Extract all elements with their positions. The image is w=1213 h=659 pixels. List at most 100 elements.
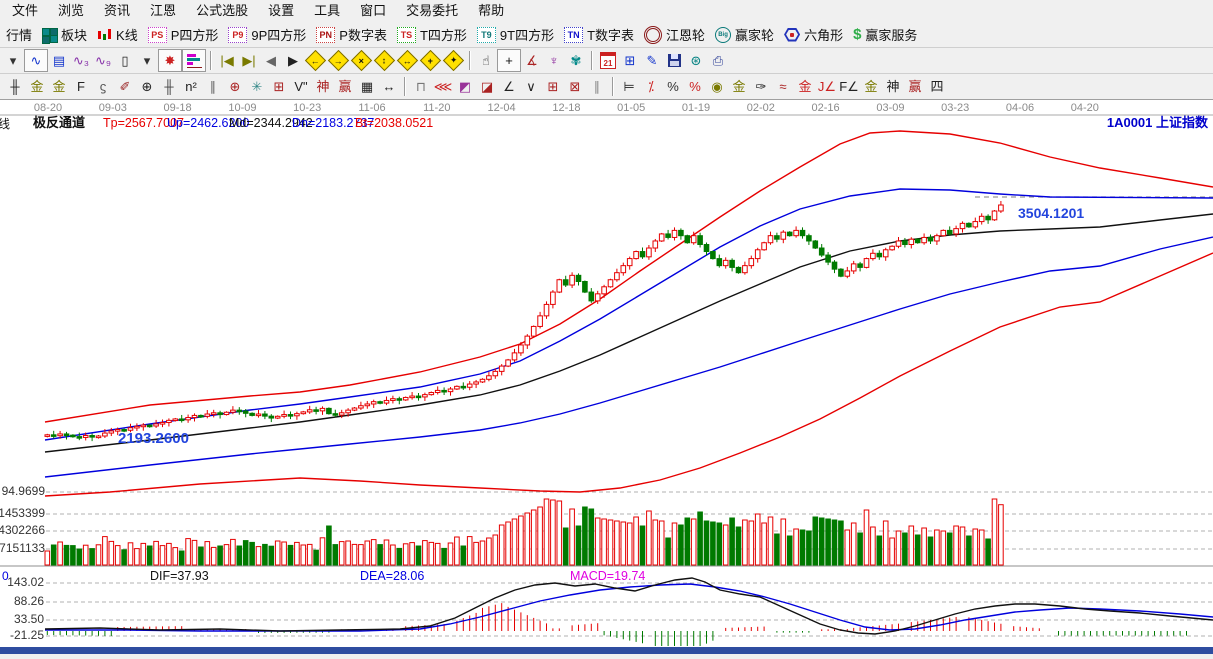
menu-item-2[interactable]: 资讯: [94, 0, 140, 22]
calendar-icon[interactable]: 21: [597, 50, 619, 71]
span-arrow-icon[interactable]: ↔: [378, 76, 400, 97]
menu-item-0[interactable]: 文件: [2, 0, 48, 22]
wave3-icon[interactable]: ∿₃: [70, 50, 92, 71]
next-bar-icon[interactable]: ▶: [282, 50, 304, 71]
ruler-grid-icon[interactable]: ▦: [356, 76, 378, 97]
wave-band-icon[interactable]: ≈: [772, 76, 794, 97]
red-fan-icon[interactable]: ⋘: [432, 76, 454, 97]
gold-angle-icon[interactable]: 金: [860, 76, 882, 97]
menu-item-6[interactable]: 工具: [304, 0, 350, 22]
module-9t-square[interactable]: T99T四方形: [477, 25, 554, 44]
panel-dropdown-icon[interactable]: ▾: [2, 50, 24, 71]
wave9-icon[interactable]: ∿₉: [92, 50, 114, 71]
volume-bar: [391, 545, 396, 565]
j-angle-icon[interactable]: J∠: [816, 76, 838, 97]
menu-item-9[interactable]: 帮助: [468, 0, 514, 22]
gold-grid2-icon[interactable]: 金: [48, 76, 70, 97]
n-square-icon[interactable]: n²: [180, 76, 202, 97]
pan-right-diamond-icon[interactable]: →: [328, 50, 349, 71]
module-winner-wheel[interactable]: Big赢家轮: [715, 25, 774, 44]
module-t-table[interactable]: TNT数字表: [564, 25, 634, 44]
candle-dropdown-icon[interactable]: ▾: [136, 50, 158, 71]
cycle-circle-icon[interactable]: ⊕: [136, 76, 158, 97]
grid-red2-icon[interactable]: ⊠: [564, 76, 586, 97]
menu-item-8[interactable]: 交易委托: [396, 0, 468, 22]
pan-left-diamond-icon[interactable]: ←: [305, 50, 326, 71]
calculator-icon[interactable]: ⊞: [619, 50, 641, 71]
v-marks-icon[interactable]: V": [290, 76, 312, 97]
gold-circle-icon[interactable]: ◉: [706, 76, 728, 97]
grid-lines-icon[interactable]: ╫: [4, 76, 26, 97]
parallel-slash-icon[interactable]: ∥: [586, 76, 608, 97]
percent-retrace-icon[interactable]: ⁒: [640, 76, 662, 97]
grid-red1-icon[interactable]: ⊞: [542, 76, 564, 97]
brush-icon[interactable]: ✐: [114, 76, 136, 97]
info-list-icon[interactable]: ▤: [48, 50, 70, 71]
grid-web-icon[interactable]: ⊞: [268, 76, 290, 97]
trend-chart-icon[interactable]: ∿: [24, 49, 48, 72]
module-9p-square[interactable]: P99P四方形: [228, 25, 306, 44]
gann-shape-icon[interactable]: ♆: [543, 50, 565, 71]
module-p-square[interactable]: PSP四方形: [148, 25, 219, 44]
spiral-tool-icon[interactable]: ✾: [565, 50, 587, 71]
fan-box-icon[interactable]: ◩: [454, 76, 476, 97]
slash-lines-icon[interactable]: ∥: [202, 76, 224, 97]
hand-tool-icon[interactable]: ☝: [475, 50, 497, 71]
chart-area[interactable]: 08-2009-0309-1810-0910-2311-0611-2012-04…: [0, 100, 1213, 654]
module-p-table[interactable]: PNP数字表: [316, 25, 387, 44]
pattern-icon[interactable]: ✸: [158, 49, 182, 72]
module-gann-wheel[interactable]: 江恩轮: [644, 25, 705, 44]
zigzag-icon[interactable]: ∨: [520, 76, 542, 97]
angle-rays-icon[interactable]: ∠: [498, 76, 520, 97]
fan-grid-icon[interactable]: ◪: [476, 76, 498, 97]
shen-angle-icon[interactable]: 神: [882, 76, 904, 97]
f-angle-icon[interactable]: F∠: [838, 76, 860, 97]
network-icon[interactable]: ⊛: [685, 50, 707, 71]
gold-band-icon[interactable]: 金: [794, 76, 816, 97]
workstation-icon[interactable]: ⎙: [707, 50, 729, 71]
si-angle-icon[interactable]: 四: [926, 76, 948, 97]
percent-line-icon[interactable]: %: [684, 76, 706, 97]
menu-item-3[interactable]: 江恩: [140, 0, 186, 22]
box-frame-icon[interactable]: ⊓: [410, 76, 432, 97]
module-quotes[interactable]: 行情: [6, 25, 32, 44]
gold-grid1-icon[interactable]: 金: [26, 76, 48, 97]
angle-measure-icon[interactable]: ∡: [521, 50, 543, 71]
zoom-y-diamond-icon[interactable]: ↕: [374, 50, 395, 71]
candle-tool-icon[interactable]: ▯: [114, 50, 136, 71]
ying-tool-icon[interactable]: 赢: [334, 76, 356, 97]
price-ruler-icon[interactable]: ⊨: [618, 76, 640, 97]
tick-lines-icon[interactable]: ╫: [158, 76, 180, 97]
menu-item-1[interactable]: 浏览: [48, 0, 94, 22]
percent-icon[interactable]: %: [662, 76, 684, 97]
ying-angle-icon[interactable]: 赢: [904, 76, 926, 97]
zoom-fit-diamond-icon[interactable]: ✦: [443, 50, 464, 71]
module-t-square[interactable]: TST四方形: [397, 25, 467, 44]
crosshair-icon[interactable]: +: [497, 49, 521, 72]
circle-target-icon[interactable]: ⊕: [224, 76, 246, 97]
notes-icon[interactable]: ✎: [641, 50, 663, 71]
save-icon[interactable]: [663, 50, 685, 71]
menu-item-5[interactable]: 设置: [258, 0, 304, 22]
star-web-icon[interactable]: ✳: [246, 76, 268, 97]
spiral2-icon[interactable]: ϛ: [92, 76, 114, 97]
first-bar-icon[interactable]: |◀: [216, 50, 238, 71]
shen-tool-icon[interactable]: 神: [312, 76, 334, 97]
fibonacci-icon[interactable]: F: [70, 76, 92, 97]
last-bar-icon[interactable]: ▶|: [238, 50, 260, 71]
kline-chart-canvas[interactable]: 08-2009-0309-1810-0910-2311-0611-2012-04…: [0, 100, 1213, 654]
zoom-in-diamond-icon[interactable]: +: [420, 50, 441, 71]
menu-item-7[interactable]: 窗口: [350, 0, 396, 22]
prev-bar-icon[interactable]: ◀: [260, 50, 282, 71]
zoom-x-diamond-icon[interactable]: ×: [351, 50, 372, 71]
zoom-out-diamond-icon[interactable]: ↔: [397, 50, 418, 71]
gold-line-icon[interactable]: 金: [728, 76, 750, 97]
module-sectors[interactable]: 板块: [42, 25, 87, 44]
module-winner-service[interactable]: $赢家服务: [853, 25, 917, 44]
menu-item-4[interactable]: 公式选股: [186, 0, 258, 22]
marker-pen-icon[interactable]: ✑: [750, 76, 772, 97]
volume-profile-icon[interactable]: [182, 49, 206, 72]
volume-bar: [237, 546, 242, 565]
module-hexagon[interactable]: 六角形: [784, 25, 843, 44]
module-kline[interactable]: K线: [97, 25, 138, 44]
